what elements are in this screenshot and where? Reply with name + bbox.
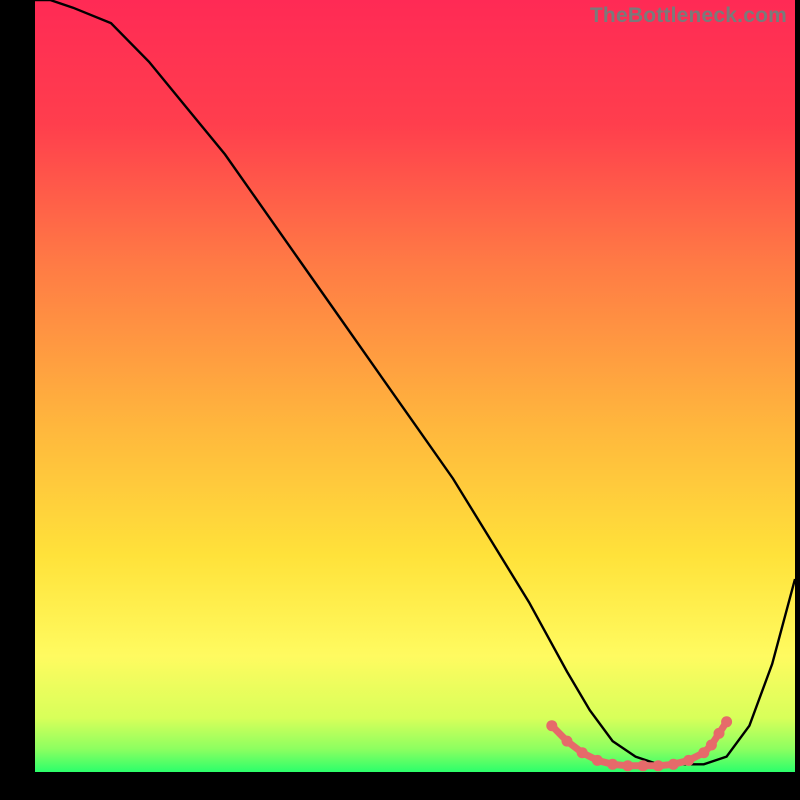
chart-frame: TheBottleneck.com	[35, 0, 795, 772]
trough-dot	[668, 759, 679, 770]
trough-dot	[706, 740, 717, 751]
trough-dot	[562, 736, 573, 747]
gradient-background	[35, 0, 795, 772]
trough-dot	[622, 760, 633, 771]
trough-dot	[683, 755, 694, 766]
trough-dot	[721, 716, 732, 727]
trough-dot	[577, 747, 588, 758]
trough-dot	[638, 760, 649, 771]
trough-dot	[607, 759, 618, 770]
trough-dot	[592, 755, 603, 766]
trough-dot	[653, 760, 664, 771]
trough-dot	[546, 720, 557, 731]
watermark-text: TheBottleneck.com	[590, 4, 787, 28]
trough-dot	[714, 728, 725, 739]
chart-plot	[35, 0, 795, 772]
